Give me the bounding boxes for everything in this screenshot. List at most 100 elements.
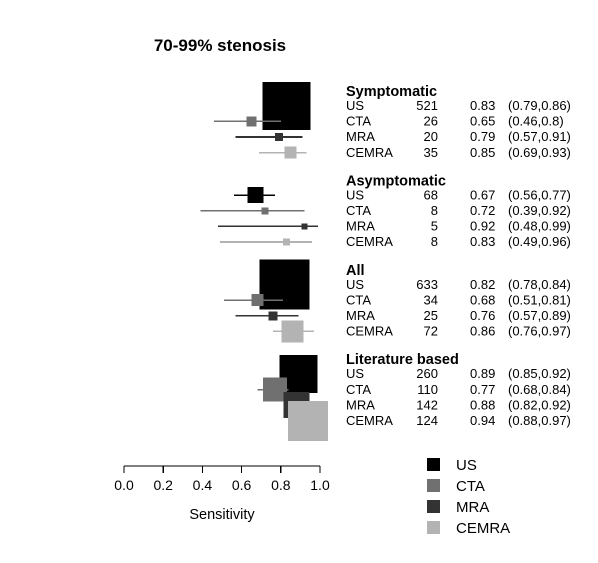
row-test-label: US [346, 98, 364, 113]
row-test-label: CEMRA [346, 324, 393, 339]
group-asymptomatic: AsymptomaticUS 68 0.67 (0.56,0.77)CTA 8 0.72(… [200, 173, 571, 249]
row-sample-size: 633 [416, 277, 438, 292]
row-estimate: 0.83 [470, 98, 495, 113]
row-confidence-interval: (0.85,0.92) [508, 366, 571, 381]
row-test-label: MRA [346, 219, 375, 234]
row-estimate: 0.85 [470, 145, 495, 160]
axis-title: Sensitivity [189, 507, 255, 523]
estimate-marker-box [268, 311, 278, 321]
row-confidence-interval: (0.68,0.84) [508, 382, 571, 397]
row-confidence-interval: (0.88,0.97) [508, 413, 571, 428]
forest-plot-figure: 70-99% stenosis Symptomatic US 521 0.83 (0.7… [0, 0, 598, 563]
forest-row: CEMRA 35 0.85 (0.69,0.93) [259, 145, 571, 160]
row-test-label: MRA [346, 129, 375, 144]
estimate-marker-box [251, 294, 264, 307]
legend-swatch [427, 500, 440, 513]
row-estimate: 0.94 [470, 413, 495, 428]
legend-label: CTA [456, 478, 485, 495]
row-test-label: US [346, 277, 364, 292]
row-confidence-interval: (0.51,0.81) [508, 292, 571, 307]
estimate-marker-box [246, 116, 257, 127]
row-estimate: 0.88 [470, 397, 495, 412]
row-estimate: 0.83 [470, 234, 495, 249]
axis-tick-label: 0.4 [193, 477, 213, 493]
axis-tick-label: 0.8 [271, 477, 291, 493]
row-sample-size: 68 [424, 187, 438, 202]
row-confidence-interval: (0.69,0.93) [508, 145, 571, 160]
estimate-marker-box [274, 133, 283, 141]
legend-swatch [427, 479, 440, 492]
row-confidence-interval: (0.76,0.97) [508, 324, 571, 339]
row-confidence-interval: (0.46,0.8) [508, 114, 564, 129]
row-test-label: CTA [346, 114, 371, 129]
row-confidence-interval: (0.79,0.86) [508, 98, 571, 113]
row-sample-size: 5 [431, 219, 438, 234]
row-confidence-interval: (0.82,0.92) [508, 397, 571, 412]
forest-plot-canvas: SymptomaticUS 521 0.83 (0.79,0.86)CTA 26 0.65… [114, 81, 571, 537]
estimate-marker-box [281, 320, 304, 343]
row-sample-size: 20 [424, 129, 438, 144]
estimate-marker-box [283, 238, 291, 246]
sensitivity-axis: 0.0 0.2 0.4 0.6 0.8 1.0 Sensitivity [114, 465, 330, 523]
row-sample-size: 26 [424, 114, 438, 129]
row-confidence-interval: (0.48,0.99) [508, 219, 571, 234]
estimate-marker-box [301, 223, 308, 230]
estimate-marker-box [261, 207, 269, 215]
estimate-marker-box [259, 259, 310, 310]
row-estimate: 0.79 [470, 129, 495, 144]
estimate-marker-box [262, 81, 311, 130]
row-sample-size: 142 [416, 397, 438, 412]
row-confidence-interval: (0.57,0.89) [508, 308, 571, 323]
legend-swatch [427, 458, 440, 471]
row-test-label: US [346, 187, 364, 202]
row-test-label: MRA [346, 397, 375, 412]
forest-row: CTA 8 0.72 (0.39,0.92) [200, 203, 571, 218]
axis-tick-label: 1.0 [310, 477, 330, 493]
axis-tick-label: 0.6 [232, 477, 252, 493]
estimate-marker-box [247, 187, 264, 204]
row-estimate: 0.89 [470, 366, 495, 381]
row-test-label: CTA [346, 382, 371, 397]
row-sample-size: 35 [424, 145, 438, 160]
estimate-marker-box [288, 400, 329, 441]
row-confidence-interval: (0.56,0.77) [508, 187, 571, 202]
legend-label: MRA [456, 499, 489, 516]
axis-tick-label: 0.2 [153, 477, 173, 493]
row-confidence-interval: (0.57,0.91) [508, 129, 571, 144]
row-estimate: 0.92 [470, 219, 495, 234]
row-estimate: 0.77 [470, 382, 495, 397]
row-estimate: 0.76 [470, 308, 495, 323]
row-confidence-interval: (0.49,0.96) [508, 234, 571, 249]
row-estimate: 0.72 [470, 203, 495, 218]
row-test-label: CEMRA [346, 413, 393, 428]
group-all: AllUS 633 0.82 (0.78,0.84)CTA 34 0.68 (0.51,0.… [223, 259, 571, 343]
row-sample-size: 110 [417, 382, 438, 397]
row-test-label: US [346, 366, 364, 381]
row-sample-size: 8 [431, 234, 438, 249]
row-sample-size: 34 [424, 292, 438, 307]
row-test-label: CTA [346, 292, 371, 307]
row-test-label: CEMRA [346, 234, 393, 249]
estimate-marker-box [262, 377, 287, 402]
row-sample-size: 72 [424, 324, 438, 339]
row-sample-size: 124 [416, 413, 438, 428]
row-estimate: 0.68 [470, 292, 495, 307]
forest-row: CEMRA 72 0.86 (0.76,0.97) [272, 320, 571, 343]
row-sample-size: 25 [424, 308, 438, 323]
forest-row: MRA 5 0.92 (0.48,0.99) [218, 219, 571, 234]
forest-row: MRA 20 0.79 (0.57,0.91) [235, 129, 571, 144]
group-symptomatic: SymptomaticUS 521 0.83 (0.79,0.86)CTA 26 0.65… [214, 81, 571, 160]
legend-label: CEMRA [456, 520, 510, 537]
row-estimate: 0.67 [470, 187, 495, 202]
legend-swatch [427, 521, 440, 534]
legend: US CTA MRA CEMRA [427, 457, 510, 537]
row-test-label: MRA [346, 308, 375, 323]
row-sample-size: 521 [416, 98, 438, 113]
forest-row: CEMRA 8 0.83 (0.49,0.96) [220, 234, 571, 249]
row-test-label: CTA [346, 203, 371, 218]
row-confidence-interval: (0.78,0.84) [508, 277, 571, 292]
row-confidence-interval: (0.39,0.92) [508, 203, 571, 218]
row-estimate: 0.65 [470, 114, 495, 129]
row-test-label: CEMRA [346, 145, 393, 160]
legend-label: US [456, 457, 477, 474]
